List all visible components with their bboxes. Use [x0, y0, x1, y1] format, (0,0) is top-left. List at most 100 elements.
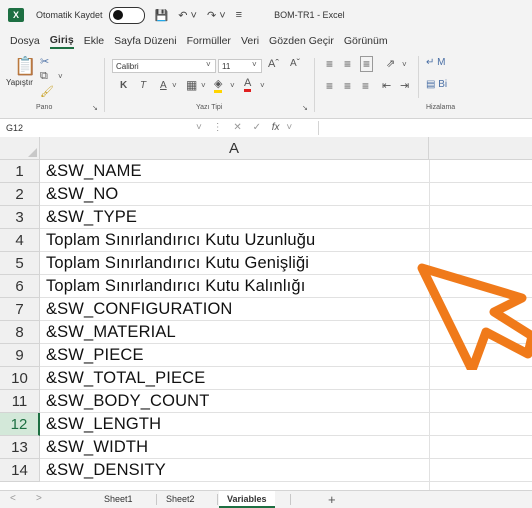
cell-b[interactable] — [430, 390, 532, 413]
row-header[interactable]: 9 — [0, 344, 40, 367]
tab-file[interactable]: Dosya — [10, 35, 40, 47]
undo-icon[interactable]: ↶ ˅ — [178, 9, 197, 22]
column-header-b[interactable] — [429, 137, 532, 160]
fx-dropdown-icon[interactable]: ˅ — [286, 122, 296, 133]
cell-a[interactable]: &SW_PIECE — [40, 344, 429, 367]
cell-b[interactable] — [430, 229, 532, 252]
prev-sheet-icon[interactable]: < — [10, 493, 16, 504]
cell-a[interactable]: &SW_TYPE — [40, 206, 429, 229]
row-header[interactable]: 6 — [0, 275, 40, 298]
name-box[interactable]: G12 — [0, 119, 212, 137]
redo-icon[interactable]: ↷ ˅ — [207, 9, 226, 22]
save-icon[interactable]: 💾 — [155, 9, 169, 22]
tab-view[interactable]: Görünüm — [344, 35, 388, 47]
increase-indent-icon[interactable]: ⇥ — [400, 79, 409, 92]
formula-input[interactable] — [318, 121, 532, 135]
font-color-dropdown-icon[interactable]: ˅ — [260, 81, 265, 90]
cell-a[interactable]: Toplam Sınırlandırıcı Kutu Genişliği — [40, 252, 429, 275]
row-header[interactable]: 5 — [0, 252, 40, 275]
row-header[interactable]: 3 — [0, 206, 40, 229]
name-box-dropdown-icon[interactable]: ˅ — [196, 122, 206, 133]
decrease-font-icon[interactable]: Aˇ — [290, 58, 300, 69]
align-bottom-icon[interactable]: ≡ — [360, 56, 374, 72]
tab-data[interactable]: Veri — [241, 35, 259, 47]
cell-a[interactable]: &SW_CONFIGURATION — [40, 298, 429, 321]
cell-a[interactable]: Toplam Sınırlandırıcı Kutu Kalınlığı — [40, 275, 429, 298]
clipboard-launcher-icon[interactable]: ↘ — [92, 104, 98, 112]
copy-icon[interactable]: ⧉ — [40, 70, 48, 83]
enter-icon[interactable]: ✓ — [253, 122, 265, 133]
cell-b[interactable] — [430, 436, 532, 459]
cell-b[interactable] — [430, 183, 532, 206]
insert-function-icon[interactable]: fx — [272, 122, 280, 133]
row-header[interactable]: 8 — [0, 321, 40, 344]
cell-a[interactable]: &SW_BODY_COUNT — [40, 390, 429, 413]
cell-a[interactable]: &SW_NAME — [40, 160, 429, 183]
row-header[interactable]: 12 — [0, 413, 40, 436]
merge-cells-icon[interactable]: ▤ Bi — [426, 79, 447, 90]
cell-b[interactable] — [430, 206, 532, 229]
row-header[interactable]: 11 — [0, 390, 40, 413]
cancel-icon[interactable]: ✕ — [233, 122, 245, 133]
italic-icon[interactable]: T — [140, 80, 146, 91]
cell-a[interactable]: &SW_MATERIAL — [40, 321, 429, 344]
font-color-icon[interactable]: A — [244, 78, 252, 92]
sheet-tab-sheet2[interactable]: Sheet2 — [158, 491, 203, 508]
add-sheet-button[interactable]: + — [328, 491, 336, 508]
sheet-tab-variables[interactable]: Variables — [219, 491, 275, 508]
fill-color-dropdown-icon[interactable]: ˅ — [230, 81, 235, 90]
orientation-dropdown-icon[interactable]: ˅ — [402, 60, 407, 69]
row-header[interactable]: 2 — [0, 183, 40, 206]
bold-icon[interactable]: K — [120, 80, 127, 91]
font-name-dropdown-icon[interactable]: ˅ — [206, 60, 211, 69]
customize-toolbar-icon[interactable]: ≡ — [236, 9, 242, 21]
increase-font-icon[interactable]: Aˆ — [268, 58, 279, 70]
fill-color-icon[interactable]: ◈ — [214, 79, 223, 93]
align-top-icon[interactable]: ≡ — [326, 57, 333, 71]
next-sheet-icon[interactable]: > — [36, 493, 42, 504]
copy-dropdown-icon[interactable]: ˅ — [58, 72, 63, 81]
cell-b[interactable] — [430, 367, 532, 390]
tab-home[interactable]: Giriş — [49, 34, 74, 49]
font-name-select[interactable]: Calibri — [112, 59, 216, 73]
font-size-dropdown-icon[interactable]: ˅ — [252, 60, 257, 69]
cell-a[interactable]: &SW_WIDTH — [40, 436, 429, 459]
cut-icon[interactable]: ✂ — [40, 55, 49, 68]
cell-a[interactable]: &SW_LENGTH — [40, 413, 429, 436]
underline-icon[interactable]: A — [160, 80, 167, 91]
row-header[interactable]: 13 — [0, 436, 40, 459]
cell-a[interactable]: Toplam Sınırlandırıcı Kutu Uzunluğu — [40, 229, 429, 252]
cell-a[interactable]: &SW_NO — [40, 183, 429, 206]
format-painter-icon[interactable]: 🖌 — [40, 85, 54, 98]
wrap-text-icon[interactable]: ↵ M — [426, 57, 446, 68]
cell-a[interactable]: &SW_TOTAL_PIECE — [40, 367, 429, 390]
decrease-indent-icon[interactable]: ⇤ — [382, 79, 391, 92]
orientation-icon[interactable]: ⇗ — [386, 57, 395, 70]
sheet-tab-sheet1[interactable]: Sheet1 — [96, 491, 141, 508]
align-center-icon[interactable]: ≡ — [344, 79, 351, 93]
drag-handle-icon[interactable]: ⋮ — [213, 122, 227, 133]
row-header[interactable]: 4 — [0, 229, 40, 252]
cell-b[interactable] — [430, 459, 532, 482]
align-left-icon[interactable]: ≡ — [326, 79, 333, 93]
tab-page-layout[interactable]: Sayfa Düzeni — [114, 35, 176, 47]
row-header[interactable]: 14 — [0, 459, 40, 482]
cell-b[interactable] — [430, 160, 532, 183]
tab-insert[interactable]: Ekle — [84, 35, 104, 47]
select-all-button[interactable] — [0, 137, 40, 160]
underline-dropdown-icon[interactable]: ˅ — [172, 81, 177, 90]
tab-formulas[interactable]: Formüller — [187, 35, 231, 47]
cell-a[interactable]: &SW_DENSITY — [40, 459, 429, 482]
column-header-a[interactable]: A — [40, 137, 429, 160]
tab-review[interactable]: Gözden Geçir — [269, 35, 334, 47]
align-right-icon[interactable]: ≡ — [362, 79, 369, 93]
row-header[interactable]: 1 — [0, 160, 40, 183]
paste-icon[interactable]: 📋 — [14, 56, 36, 77]
cell-b[interactable] — [430, 413, 532, 436]
border-dropdown-icon[interactable]: ˅ — [201, 81, 206, 90]
row-header[interactable]: 10 — [0, 367, 40, 390]
align-middle-icon[interactable]: ≡ — [344, 57, 351, 71]
font-launcher-icon[interactable]: ↘ — [302, 104, 308, 112]
border-icon[interactable]: ▦ — [186, 78, 197, 92]
row-header[interactable]: 7 — [0, 298, 40, 321]
